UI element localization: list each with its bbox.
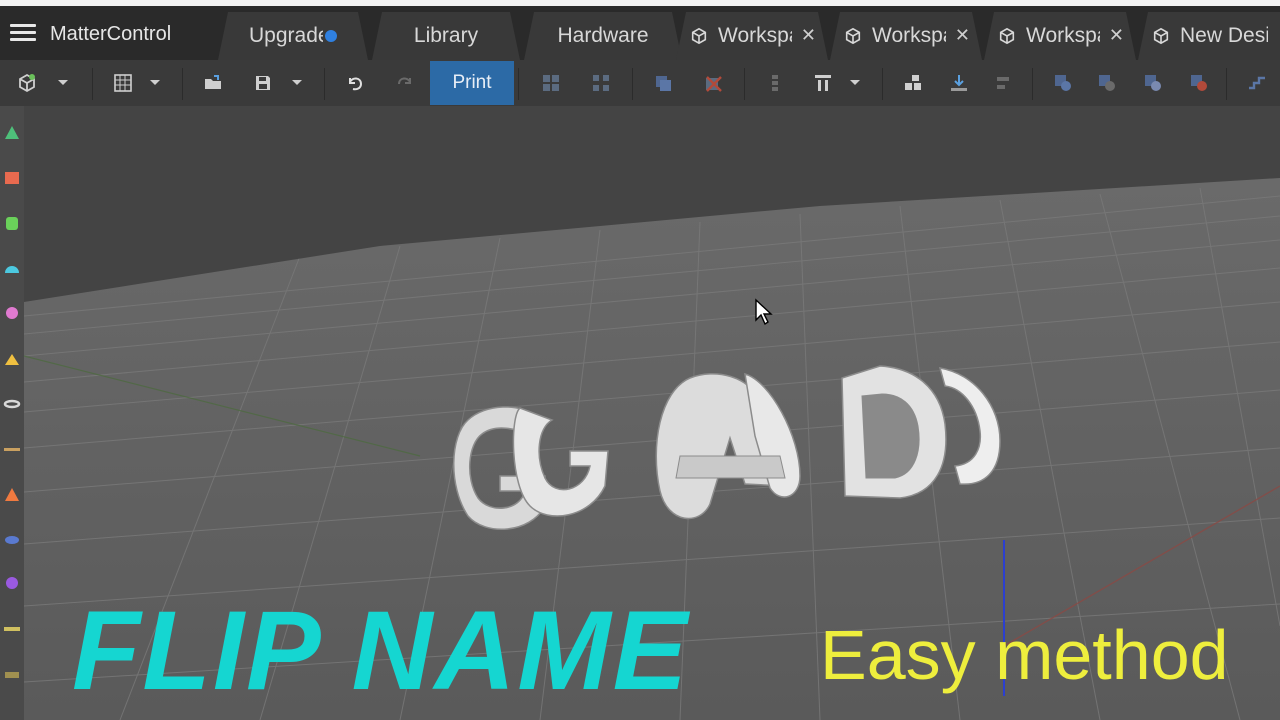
wedge-icon[interactable] [3,350,21,368]
tab-upgrade[interactable]: Upgrade [218,12,368,60]
torus-icon[interactable] [3,394,21,412]
cube-primitive-icon[interactable] [3,168,21,186]
close-icon[interactable]: ✕ [1109,25,1124,46]
subtract-replace-icon[interactable] [1186,70,1212,96]
delete-icon[interactable] [700,70,726,96]
half-sphere-icon[interactable] [3,260,21,278]
tab-label: New Design [1180,24,1268,47]
cone-icon[interactable] [3,124,21,142]
copy-icon[interactable] [650,70,676,96]
tab-bar: MatterControl Upgrade Library Hardware W… [0,6,1280,60]
cube-icon [1153,27,1169,45]
notification-dot [325,30,337,42]
divider [882,68,883,100]
divider [324,68,325,100]
tab-hardware[interactable]: Hardware [524,12,682,60]
combine-icon[interactable] [1050,70,1076,96]
pipe-works-icon[interactable] [1244,70,1270,96]
mouse-cursor-icon [755,298,773,326]
tab-workspace-3[interactable]: Workspace ✕ [984,12,1136,60]
hamburger-menu-icon[interactable] [10,20,36,46]
cube-icon [998,27,1016,45]
toolbar [0,60,1280,106]
chevron-down-icon[interactable] [148,72,162,92]
tab-workspace-2[interactable]: Workspace ✕ [830,12,982,60]
print-button[interactable]: Print [430,61,514,105]
arrange-icon[interactable] [900,70,926,96]
cube-icon [690,27,708,45]
distribute-icon[interactable] [810,70,836,96]
ring-icon[interactable] [3,530,21,548]
primitives-sidebar [0,106,24,720]
bed-grid-icon[interactable] [110,70,136,96]
divider [92,68,93,100]
tab-label: Hardware [557,24,649,47]
image-converter-icon[interactable] [3,620,21,638]
text-primitive-icon[interactable] [3,440,21,458]
save-icon[interactable] [250,70,276,96]
sphere-icon[interactable] [3,304,21,322]
ungroup-icon[interactable] [588,70,614,96]
tab-library[interactable]: Library [372,12,520,60]
sphere-purple-icon[interactable] [3,574,21,592]
tab-label: Workspace [1026,24,1097,47]
overlay-headline: FLIP NAME [72,588,690,713]
divider [632,68,633,100]
divider [744,68,745,100]
align-icon[interactable] [762,70,788,96]
divider [1032,68,1033,100]
undo-icon[interactable] [342,70,368,96]
mirror-icon[interactable] [990,70,1016,96]
tab-new-design[interactable]: New Design [1138,12,1280,60]
close-icon[interactable]: ✕ [955,25,970,46]
tab-workspace-1[interactable]: Workspace ✕ [676,12,828,60]
layout-grid-icon[interactable] [538,70,564,96]
app-title: MatterControl [50,23,172,45]
lay-flat-icon[interactable] [946,70,972,96]
tab-label: Library [413,24,479,47]
open-folder-icon[interactable] [200,70,226,96]
tab-label: Workspace [718,24,789,47]
tab-label: Workspace [872,24,943,47]
add-object-icon[interactable] [14,70,40,96]
cube-icon [844,27,862,45]
divider [518,68,519,100]
chevron-down-icon[interactable] [848,72,862,92]
divider [182,68,183,100]
redo-icon[interactable] [392,70,418,96]
overlay-subline: Easy method [820,616,1229,694]
divider [1226,68,1227,100]
cylinder-icon[interactable] [3,214,21,232]
subtract-icon[interactable] [1094,70,1120,96]
tab-label: Upgrade [249,24,323,47]
chevron-down-icon[interactable] [290,72,304,92]
close-icon[interactable]: ✕ [801,25,816,46]
pyramid-icon[interactable] [3,486,21,504]
intersect-icon[interactable] [1140,70,1166,96]
misc-primitive-icon[interactable] [3,666,21,684]
chevron-down-icon[interactable] [56,72,70,92]
